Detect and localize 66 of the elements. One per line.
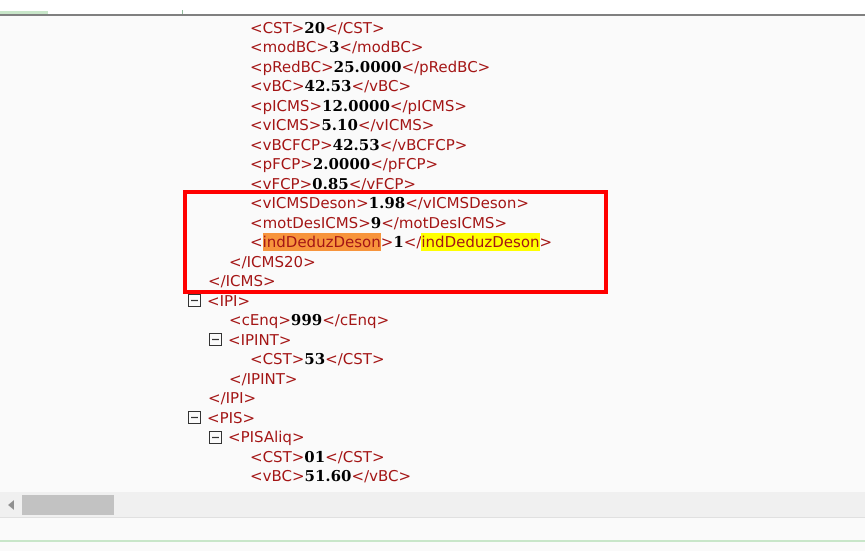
xml-tag: </pICMS>: [390, 96, 467, 115]
xml-tag: <pFCP>: [250, 155, 313, 174]
xml-tag: </vICMS>: [358, 116, 434, 134]
collapse-toggle-icon[interactable]: [188, 294, 201, 308]
xml-tag: <: [250, 233, 263, 252]
highlighted-tag-name: indDeduzDeson: [421, 233, 540, 252]
xml-value: 42.53: [304, 77, 352, 96]
xml-tag: </cEnq>: [322, 311, 390, 330]
xml-value: 42.53: [332, 136, 380, 154]
xml-tag: <modBC>: [250, 38, 329, 56]
collapse-toggle-icon[interactable]: [209, 333, 222, 346]
xml-value: 1.98: [368, 194, 406, 212]
scrollbar-thumb[interactable]: [22, 494, 114, 514]
xml-tag: <vBCFCP>: [250, 136, 333, 154]
xml-tag: <CST>: [250, 448, 304, 466]
xml-tag: </ICMS>: [208, 272, 276, 290]
xml-value: 3: [328, 38, 340, 56]
xml-value: 1: [393, 233, 404, 252]
xml-tag: <cEnq>: [229, 311, 291, 330]
xml-tag: >: [540, 233, 552, 252]
collapse-toggle-icon[interactable]: [188, 411, 201, 424]
xml-tag: </pRedBC>: [402, 58, 490, 76]
xml-value: 0.85: [312, 174, 349, 193]
xml-tag: <IPINT>: [228, 330, 292, 349]
xml-tag: </vICMSDeson>: [405, 194, 529, 212]
xml-value: 01: [304, 448, 326, 466]
xml-tag: </modBC>: [339, 38, 424, 56]
xml-tag: <vICMSDeson>: [250, 194, 369, 212]
xml-tag: </vBC>: [352, 467, 412, 486]
xml-tag: <vBC>: [250, 77, 305, 96]
xml-value: 9: [370, 214, 382, 232]
xml-tag: </IPI>: [208, 389, 256, 408]
xml-tag: <pRedBC>: [250, 58, 334, 76]
xml-tag: </CST>: [325, 18, 385, 37]
scroll-left-icon[interactable]: [8, 500, 14, 510]
xml-value: 53: [304, 350, 326, 368]
xml-tag: <IPI>: [207, 292, 250, 310]
xml-tag: </vBCFCP>: [380, 136, 468, 154]
xml-value: 2.0000: [312, 155, 370, 174]
xml-tag: <vICMS>: [250, 116, 322, 134]
xml-tag: </pFCP>: [370, 155, 438, 174]
xml-value: 999: [290, 311, 322, 330]
collapse-toggle-icon[interactable]: [209, 430, 222, 444]
xml-tag: </CST>: [325, 448, 385, 466]
xml-tag: </motDesICMS>: [381, 214, 508, 232]
xml-value: 12.0000: [322, 96, 390, 115]
xml-tag: <pICMS>: [250, 96, 322, 115]
xml-tag: >: [380, 233, 394, 252]
xml-tag: <PIS>: [207, 408, 256, 427]
xml-value: 5.10: [321, 116, 358, 134]
xml-tag: <vFCP>: [250, 174, 312, 193]
xml-tag: </: [404, 233, 422, 252]
xml-tag: <PISAliq>: [228, 428, 305, 446]
xml-value: 51.60: [304, 467, 352, 486]
xml-tag: </vFCP>: [348, 174, 416, 193]
xml-tag: <CST>: [250, 350, 304, 368]
xml-tag: </vBC>: [352, 77, 412, 96]
xml-tag: </CST>: [325, 350, 385, 368]
highlighted-tag-name: indDeduzDeson: [262, 233, 381, 252]
xml-tag: <motDesICMS>: [250, 214, 371, 232]
xml-tag: </ICMS20>: [229, 252, 316, 271]
xml-value: 25.0000: [334, 58, 402, 76]
xml-tag: <vBC>: [250, 467, 305, 486]
xml-tag: </IPINT>: [229, 370, 298, 388]
xml-tag: <CST>: [250, 18, 304, 37]
xml-value: 20: [304, 18, 326, 37]
